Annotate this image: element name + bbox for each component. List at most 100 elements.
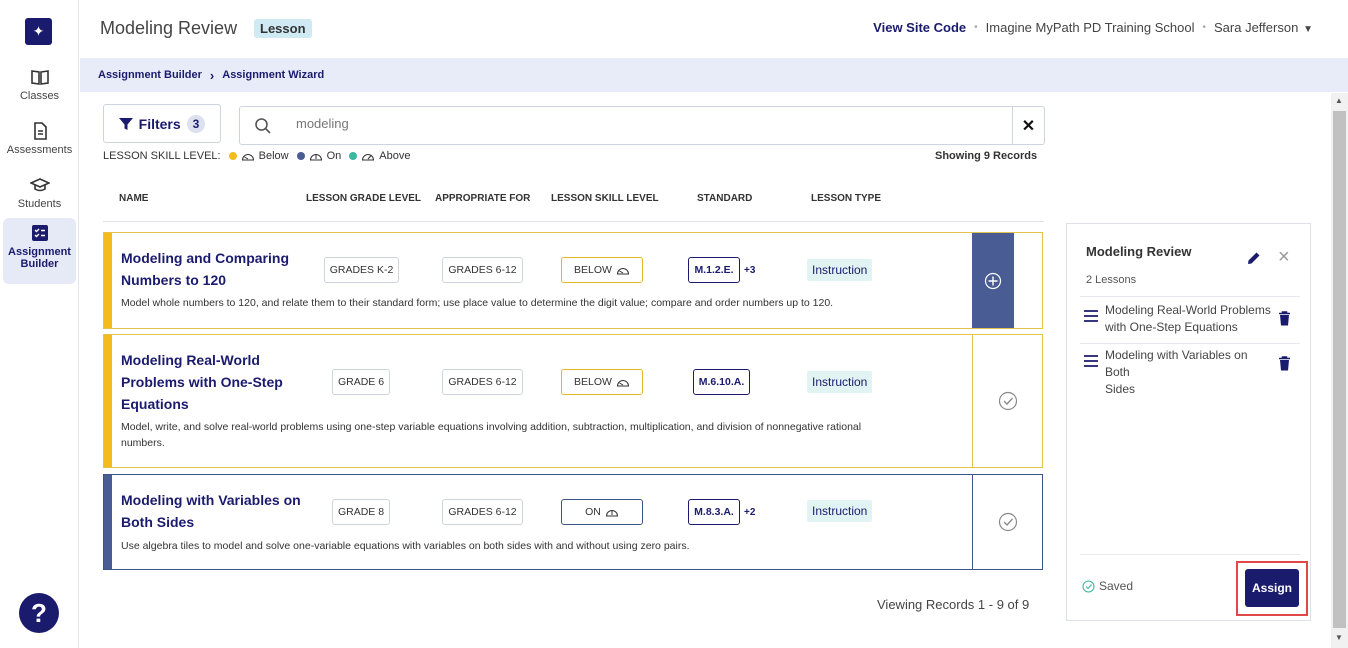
- trash-icon[interactable]: [1278, 311, 1291, 326]
- user-name: Sara Jefferson: [1214, 20, 1299, 35]
- nav-item-assessments[interactable]: Assessments: [3, 116, 76, 168]
- panel-lesson-line: Modeling Real-World Problems: [1105, 303, 1271, 317]
- col-name[interactable]: NAME: [119, 193, 148, 204]
- lesson-name-line: Modeling Real-World: [121, 352, 260, 368]
- graduation-cap-icon: [29, 178, 50, 192]
- view-site-code-link[interactable]: View Site Code: [873, 20, 966, 35]
- skill-level-legend: LESSON SKILL LEVEL: Below On Above: [103, 150, 410, 162]
- records-count: Showing 9 Records: [935, 150, 1038, 162]
- added-check-button[interactable]: [972, 475, 1042, 569]
- table-header: NAME LESSON GRADE LEVEL APPROPRIATE FOR …: [103, 190, 1044, 222]
- gauge-above-icon: [362, 154, 375, 161]
- clear-search-button[interactable]: ✕: [1012, 107, 1044, 144]
- added-check-button[interactable]: [972, 335, 1042, 467]
- above-dot-icon: [349, 152, 358, 160]
- divider: [1080, 343, 1300, 344]
- col-skill[interactable]: LESSON SKILL LEVEL: [551, 193, 659, 204]
- table-row[interactable]: Modeling with Variables on Both Sides Us…: [103, 474, 1043, 570]
- grade-pill: GRADES K-2: [324, 257, 399, 283]
- app-root: ✦ Classes Assessments Students Assignmen…: [0, 0, 1348, 648]
- breadcrumb-assignment-builder[interactable]: Assignment Builder: [98, 69, 202, 81]
- appropriate-pill: GRADES 6-12: [442, 369, 523, 395]
- user-menu[interactable]: Sara Jefferson ▼: [1214, 20, 1313, 35]
- filters-button[interactable]: Filters 3: [103, 104, 221, 143]
- close-icon[interactable]: ×: [1278, 246, 1290, 269]
- drag-handle-icon[interactable]: [1084, 310, 1098, 322]
- scroll-up-icon[interactable]: ▲: [1335, 96, 1343, 105]
- nav-label-assignment-builder: Assignment Builder: [8, 246, 71, 270]
- col-standard[interactable]: STANDARD: [697, 193, 752, 204]
- table-row[interactable]: Modeling Real-World Problems with One-St…: [103, 334, 1043, 468]
- nav-item-assignment-builder[interactable]: Assignment Builder: [3, 218, 76, 284]
- lesson-name[interactable]: Modeling and Comparing Numbers to 120: [121, 247, 289, 291]
- skill-stripe: [104, 475, 112, 569]
- standard-pill[interactable]: M.8.3.A.: [688, 499, 740, 525]
- nav-item-classes[interactable]: Classes: [3, 62, 76, 114]
- table-row[interactable]: Modeling and Comparing Numbers to 120 Mo…: [103, 232, 1043, 329]
- scrollbar[interactable]: ▲ ▼: [1331, 93, 1348, 648]
- gauge-on-icon: [309, 154, 322, 161]
- lesson-name-line: Numbers to 120: [121, 272, 227, 288]
- header-right: View Site Code • Imagine MyPath PD Train…: [873, 20, 1313, 35]
- lesson-name-line: Modeling and Comparing: [121, 250, 289, 266]
- caret-down-icon: ▼: [1300, 24, 1313, 35]
- nav-item-students[interactable]: Students: [3, 170, 76, 222]
- scrollbar-thumb[interactable]: [1333, 111, 1346, 628]
- standard-more[interactable]: +3: [744, 265, 755, 276]
- gauge-below-icon: [616, 380, 629, 387]
- trash-icon[interactable]: [1278, 356, 1291, 371]
- skill-stripe: [104, 335, 112, 467]
- check-circle-icon: [1082, 579, 1095, 593]
- lesson-name[interactable]: Modeling Real-World Problems with One-St…: [121, 349, 283, 415]
- add-lesson-button[interactable]: [972, 233, 1014, 328]
- pencil-icon[interactable]: [1246, 250, 1262, 266]
- lesson-name-line: Problems with One-Step: [121, 374, 283, 390]
- breadcrumb-assignment-wizard[interactable]: Assignment Wizard: [222, 69, 324, 81]
- lesson-name-line: Both Sides: [121, 514, 195, 530]
- legend-above: Above: [379, 150, 411, 162]
- skill-label: BELOW: [574, 264, 612, 276]
- lesson-badge: Lesson: [254, 19, 312, 38]
- page-title: Modeling Review: [100, 18, 238, 38]
- lesson-description: Model whole numbers to 120, and relate t…: [121, 297, 834, 309]
- scroll-down-icon[interactable]: ▼: [1335, 633, 1343, 642]
- appropriate-pill: GRADES 6-12: [442, 499, 523, 525]
- saved-label: Saved: [1099, 579, 1134, 593]
- header: Modeling Review Lesson View Site Code • …: [80, 0, 1348, 58]
- grade-pill: GRADE 8: [332, 499, 390, 525]
- panel-lesson-line: Modeling with Variables on Both: [1105, 348, 1248, 379]
- col-appropriate[interactable]: APPROPRIATE FOR: [435, 193, 530, 204]
- gauge-below-icon: [241, 154, 254, 161]
- left-nav: ✦ Classes Assessments Students Assignmen…: [0, 0, 79, 648]
- check-circle-icon: [998, 512, 1017, 532]
- checklist-icon: [31, 225, 48, 241]
- col-grade[interactable]: LESSON GRADE LEVEL: [306, 193, 421, 204]
- lesson-type: Instruction: [807, 500, 873, 522]
- filter-icon: [118, 117, 133, 130]
- legend-on: On: [326, 150, 342, 162]
- description-line: Model, write, and solve real-world probl…: [121, 421, 862, 433]
- search-icon: [255, 118, 271, 134]
- appropriate-pill: GRADES 6-12: [442, 257, 523, 283]
- lesson-name[interactable]: Modeling with Variables on Both Sides: [121, 489, 301, 533]
- standard-pill[interactable]: M.6.10.A.: [693, 369, 750, 395]
- standard-pill[interactable]: M.1.2.E.: [688, 257, 740, 283]
- below-dot-icon: [228, 152, 237, 160]
- lesson-description: Model, write, and solve real-world probl…: [121, 419, 981, 451]
- standard-more[interactable]: +2: [744, 507, 755, 518]
- skill-label: BELOW: [574, 376, 612, 388]
- panel-lesson-line: with One-Step Equations: [1105, 320, 1238, 334]
- app-logo-icon[interactable]: ✦: [25, 18, 52, 45]
- skill-pill: BELOW: [561, 369, 643, 395]
- grade-pill: GRADE 6: [332, 369, 390, 395]
- nav-label-students: Students: [17, 198, 62, 210]
- assign-button[interactable]: Assign: [1245, 569, 1299, 607]
- description-line: numbers.: [121, 437, 165, 449]
- drag-handle-icon[interactable]: [1084, 355, 1098, 367]
- help-button[interactable]: ?: [19, 593, 59, 633]
- header-separator: •: [974, 22, 978, 33]
- check-circle-icon: [998, 391, 1017, 411]
- gauge-below-icon: [616, 268, 629, 275]
- search-input[interactable]: [296, 116, 996, 131]
- col-type[interactable]: LESSON TYPE: [811, 193, 881, 204]
